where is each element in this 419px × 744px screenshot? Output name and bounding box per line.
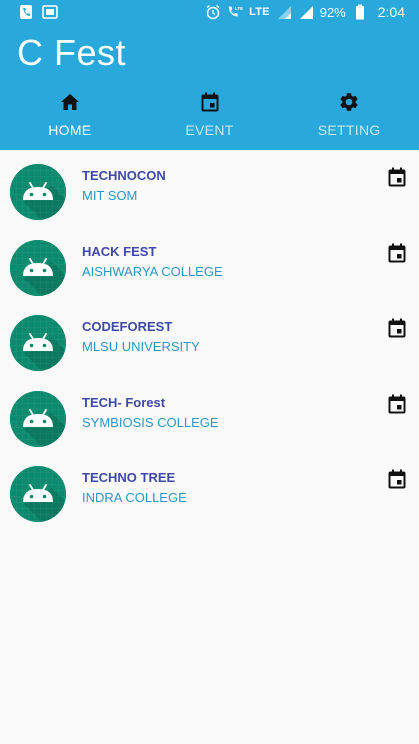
event-title: TECHNO TREE xyxy=(82,470,176,485)
tab-bar: HOME EVENT SETTING xyxy=(0,86,419,150)
android-avatar-icon xyxy=(10,315,66,371)
status-left xyxy=(18,4,58,20)
event-college: MIT SOM xyxy=(82,188,138,203)
status-right: LTE LTE 92% 2:04 xyxy=(205,4,405,20)
event-title: HACK FEST xyxy=(82,243,157,259)
calendar-icon[interactable] xyxy=(385,392,409,416)
signal-icon xyxy=(298,4,314,20)
battery-percent: 92% xyxy=(319,4,346,20)
android-avatar-icon xyxy=(10,239,66,296)
gear-icon xyxy=(337,90,361,114)
calendar-icon[interactable] xyxy=(385,316,409,340)
list-item-text: HACK FEST AISHWARYA COLLEGE xyxy=(82,244,223,279)
screen-icon xyxy=(42,4,58,20)
lte-label: LTE xyxy=(249,6,270,18)
calendar-icon[interactable] xyxy=(385,467,409,491)
tab-home-label: HOME xyxy=(48,122,92,138)
list-item-text: CODEFOREST MLSU UNIVERSITY xyxy=(82,319,200,354)
app-screen: LTE LTE 92% 2:04 C Fest HOME EVENT SETTI… xyxy=(0,0,419,744)
tab-event[interactable]: EVENT xyxy=(140,86,280,150)
list-item-text: TECHNO TREE INDRA COLLEGE xyxy=(82,470,187,505)
home-icon xyxy=(58,90,82,114)
android-avatar-icon xyxy=(10,390,66,447)
event-college: SYMBIOSIS COLLEGE xyxy=(82,414,219,430)
list-item[interactable]: TECHNO TREE INDRA COLLEGE xyxy=(0,458,419,534)
battery-icon xyxy=(352,4,368,20)
list-item[interactable]: CODEFOREST MLSU UNIVERSITY xyxy=(0,307,419,383)
list-item-text: TECH- Forest SYMBIOSIS COLLEGE xyxy=(82,395,219,430)
list-item-text: TECHNOCON MIT SOM xyxy=(82,168,166,203)
tab-setting-label: SETTING xyxy=(317,122,381,138)
list-item[interactable]: TECH- Forest SYMBIOSIS COLLEGE xyxy=(0,383,419,459)
calendar-icon xyxy=(198,90,222,114)
android-avatar-icon xyxy=(10,164,66,220)
status-bar: LTE LTE 92% 2:04 xyxy=(0,0,419,24)
android-avatar-icon xyxy=(10,466,66,522)
svg-text:LTE: LTE xyxy=(235,6,243,11)
event-title: TECH- Forest xyxy=(82,394,166,410)
clock-time: 2:04 xyxy=(377,4,405,20)
tab-event-label: EVENT xyxy=(185,122,234,138)
list-item[interactable]: HACK FEST AISHWARYA COLLEGE xyxy=(0,232,419,308)
event-list: TECHNOCON MIT SOM HACK FEST AISHWARYA CO… xyxy=(0,150,419,534)
page-title: C Fest xyxy=(17,32,127,73)
calendar-icon[interactable] xyxy=(385,241,409,265)
lte-signal-icon xyxy=(276,4,292,20)
event-college: MLSU UNIVERSITY xyxy=(82,339,200,354)
app-bar: C Fest HOME EVENT SETTING xyxy=(0,24,419,150)
volte-call-icon: LTE xyxy=(227,4,243,20)
alarm-icon xyxy=(205,4,221,20)
tab-home[interactable]: HOME xyxy=(0,86,140,150)
event-title: TECHNOCON xyxy=(82,168,166,183)
list-item[interactable]: TECHNOCON MIT SOM xyxy=(0,156,419,232)
tab-setting[interactable]: SETTING xyxy=(279,86,419,150)
event-college: AISHWARYA COLLEGE xyxy=(82,263,223,279)
event-college: INDRA COLLEGE xyxy=(82,490,187,505)
calendar-icon[interactable] xyxy=(385,165,409,189)
phone-icon xyxy=(18,4,34,20)
event-title: CODEFOREST xyxy=(82,319,173,334)
